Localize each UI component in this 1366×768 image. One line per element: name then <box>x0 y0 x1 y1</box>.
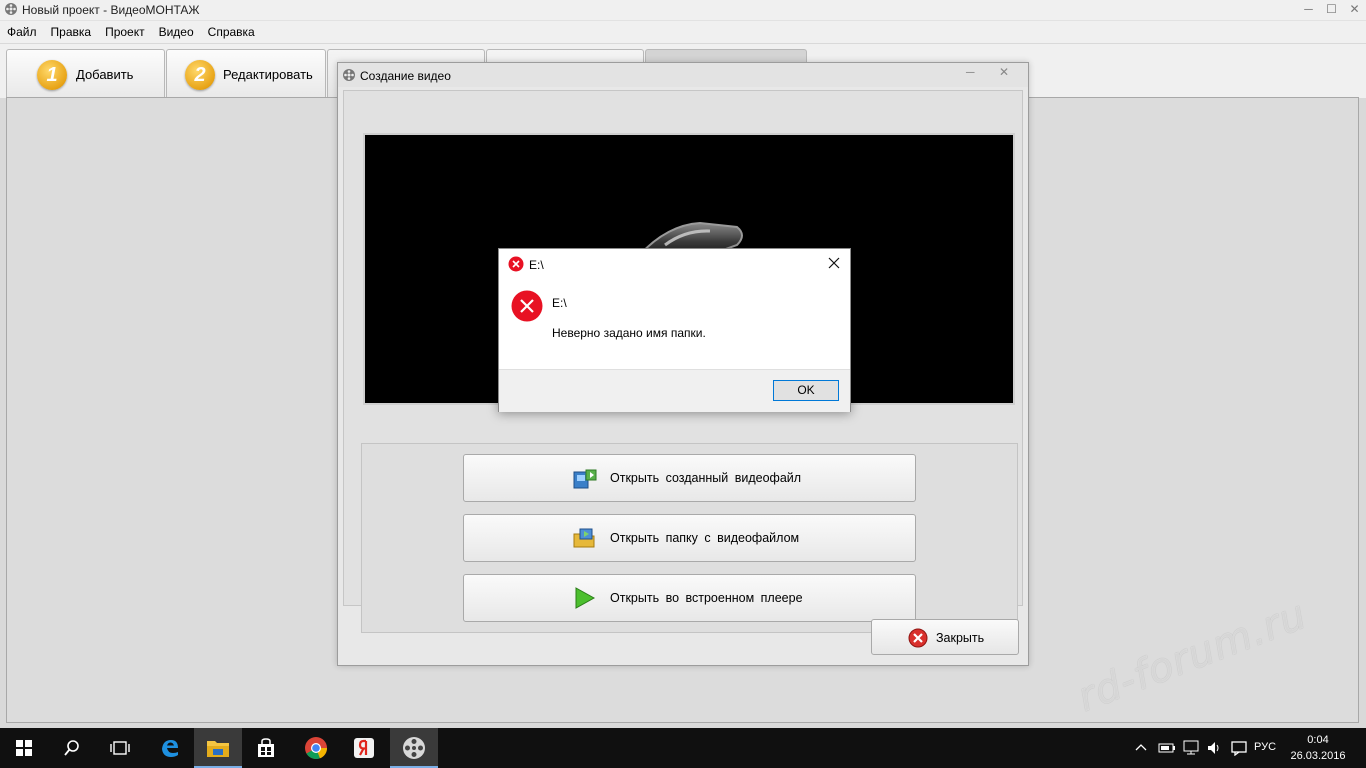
start-button[interactable] <box>0 728 48 768</box>
tab-label: Редактировать <box>223 67 313 82</box>
volume-icon[interactable] <box>1206 740 1222 756</box>
menu-bar: Файл Правка Проект Видео Справка <box>0 21 1366 43</box>
maximize-button[interactable]: ☐ <box>1320 0 1343 20</box>
message-text: Неверно задано имя папки. <box>552 326 706 340</box>
tab-add[interactable]: 1 Добавить <box>6 49 165 97</box>
window-controls: ─ ☐ ✕ <box>1297 0 1366 20</box>
error-icon <box>508 256 524 275</box>
clock[interactable]: 0:04 26.03.2016 <box>1288 732 1348 764</box>
notification-icon[interactable] <box>1230 740 1248 756</box>
edge-icon <box>162 740 178 757</box>
message-heading: E:\ <box>552 296 567 310</box>
network-icon[interactable] <box>1182 740 1200 756</box>
windows-icon <box>16 740 32 756</box>
taskbar-videomontazh[interactable] <box>390 728 438 768</box>
task-view-icon <box>110 741 130 755</box>
film-reel-icon <box>403 737 425 759</box>
minimize-button[interactable]: ─ <box>966 65 975 79</box>
menu-video[interactable]: Видео <box>152 21 201 43</box>
menu-edit[interactable]: Правка <box>44 21 99 43</box>
play-icon <box>572 586 598 613</box>
menu-file[interactable]: Файл <box>0 21 44 43</box>
task-view-button[interactable] <box>96 728 144 768</box>
menu-project[interactable]: Проект <box>98 21 152 43</box>
ok-button[interactable]: OK <box>773 380 839 401</box>
taskbar-chrome[interactable] <box>292 728 340 768</box>
step-number-badge: 2 <box>185 60 215 90</box>
main-titlebar: Новый проект - ВидеоМОНТАЖ ─ ☐ ✕ <box>0 0 1366 21</box>
close-window-button[interactable]: ✕ <box>1343 0 1366 20</box>
tab-edit[interactable]: 2 Редактировать <box>166 49 326 97</box>
yandex-browser-icon <box>354 738 374 758</box>
input-language[interactable]: РУС <box>1254 741 1276 753</box>
close-circle-icon <box>908 628 928 651</box>
close-icon[interactable]: ✕ <box>999 65 1009 79</box>
video-file-icon <box>572 466 598 493</box>
close-dialog-button[interactable]: Закрыть <box>871 619 1019 655</box>
message-box-footer: OK <box>499 369 850 412</box>
search-icon <box>64 740 79 756</box>
folder-icon <box>572 526 598 553</box>
clock-time: 0:04 <box>1307 734 1329 746</box>
message-box-title: E:\ <box>529 258 544 272</box>
store-icon <box>258 738 274 757</box>
window-title: Новый проект - ВидеоМОНТАЖ <box>22 3 200 17</box>
taskbar-file-explorer[interactable] <box>194 728 242 768</box>
dialog-titlebar: Создание видео ─ ✕ <box>338 63 1028 87</box>
battery-icon[interactable] <box>1158 741 1176 755</box>
button-label: Открыть папку с видеофайлом <box>610 531 800 545</box>
result-actions-panel: Открыть созданный видеофайл Открыть папк… <box>361 443 1018 633</box>
error-icon <box>511 290 543 325</box>
open-in-player-button[interactable]: Открыть во встроенном плеере <box>463 574 916 622</box>
taskbar-store[interactable] <box>242 728 290 768</box>
dialog-title: Создание видео <box>360 69 451 83</box>
menu-help[interactable]: Справка <box>201 21 262 43</box>
close-icon[interactable] <box>824 253 844 273</box>
taskbar-yandex[interactable] <box>340 728 388 768</box>
taskbar: РУС 0:04 26.03.2016 <box>0 728 1366 768</box>
taskbar-edge[interactable] <box>146 728 194 768</box>
button-label: Закрыть <box>936 631 985 645</box>
button-label: Открыть во встроенном плеере <box>610 591 803 605</box>
search-button[interactable] <box>48 728 96 768</box>
open-folder-button[interactable]: Открыть папку с видеофайлом <box>463 514 916 562</box>
folder-icon <box>207 741 229 757</box>
open-video-file-button[interactable]: Открыть созданный видеофайл <box>463 454 916 502</box>
button-label: Открыть созданный видеофайл <box>610 471 802 485</box>
film-reel-icon <box>342 68 356 85</box>
error-message-box: E:\ E:\ Неверно задано имя папки. OK <box>498 248 851 412</box>
chrome-icon <box>305 737 328 760</box>
chevron-up-icon[interactable] <box>1135 742 1147 752</box>
clock-date: 26.03.2016 <box>1290 750 1346 762</box>
tab-label: Добавить <box>76 67 134 82</box>
film-reel-icon <box>4 2 18 19</box>
minimize-button[interactable]: ─ <box>1297 0 1320 20</box>
step-number-badge: 1 <box>37 60 67 90</box>
